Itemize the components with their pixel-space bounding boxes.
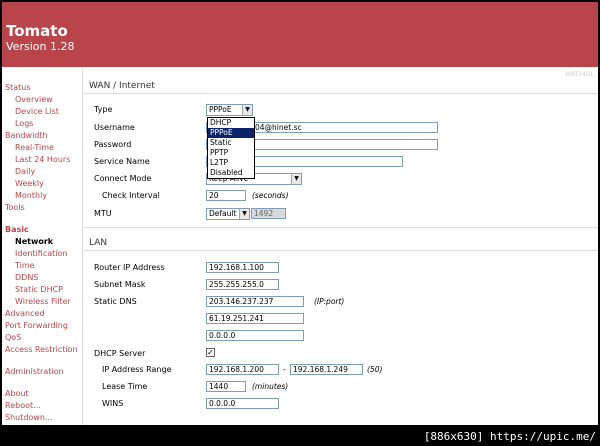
ip-range-end-field[interactable]: 192.168.1.249 bbox=[290, 364, 363, 375]
sidebar-item-bandwidth[interactable]: Bandwidth bbox=[5, 131, 48, 140]
sidebar-item-qos[interactable]: QoS bbox=[5, 333, 21, 342]
sidebar: Status Overview Device List Logs Bandwid… bbox=[2, 67, 83, 425]
model-label: WRT54GL bbox=[565, 71, 594, 78]
mtu-field: 1492 bbox=[251, 208, 286, 219]
type-option-disabled[interactable]: Disabled bbox=[208, 168, 254, 178]
sidebar-item-wireless-filter[interactable]: Wireless Filter bbox=[15, 297, 71, 306]
sidebar-item-access-restriction[interactable]: Access Restriction bbox=[5, 345, 78, 354]
wins-field[interactable]: 0.0.0.0 bbox=[206, 398, 279, 409]
static-dns-field-2[interactable]: 61.19.251.241 bbox=[206, 313, 304, 324]
sidebar-item-time[interactable]: Time bbox=[15, 261, 35, 270]
sidebar-item-port-forwarding[interactable]: Port Forwarding bbox=[5, 321, 68, 330]
router-ip-label: Router IP Address bbox=[94, 263, 165, 272]
sidebar-item-shutdown[interactable]: Shutdown... bbox=[5, 413, 53, 422]
sidebar-item-ddns[interactable]: DDNS bbox=[15, 273, 38, 282]
sidebar-item-administration[interactable]: Administration bbox=[5, 367, 64, 376]
password-label: Password bbox=[94, 140, 132, 149]
sidebar-item-weekly[interactable]: Weekly bbox=[15, 179, 44, 188]
type-select-value: PPPoE bbox=[209, 105, 232, 114]
app-window: Tomato Version 1.28 Status Overview Devi… bbox=[2, 2, 598, 425]
lease-time-unit: (minutes) bbox=[252, 382, 289, 391]
sidebar-item-overview[interactable]: Overview bbox=[15, 95, 53, 104]
chevron-down-icon: ▼ bbox=[239, 209, 249, 219]
mtu-mode-value: Default bbox=[209, 209, 237, 218]
sidebar-item-about[interactable]: About bbox=[5, 389, 29, 398]
app-title: Tomato bbox=[6, 22, 68, 40]
sidebar-item-monthly[interactable]: Monthly bbox=[15, 191, 47, 200]
check-interval-field[interactable]: 20 bbox=[206, 190, 246, 201]
sidebar-item-network[interactable]: Network bbox=[15, 237, 53, 246]
static-dns-note: (IP:port) bbox=[314, 297, 345, 306]
chevron-down-icon: ▼ bbox=[291, 174, 301, 184]
static-dns-field-3[interactable]: 0.0.0.0 bbox=[206, 330, 304, 341]
type-option-dhcp[interactable]: DHCP bbox=[208, 118, 254, 128]
sidebar-item-reboot[interactable]: Reboot... bbox=[5, 401, 41, 410]
sidebar-item-static-dhcp[interactable]: Static DHCP bbox=[15, 285, 63, 294]
dhcp-server-checkbox[interactable]: ✓ bbox=[206, 348, 215, 357]
sidebar-item-advanced[interactable]: Advanced bbox=[5, 309, 45, 318]
type-option-l2tp[interactable]: L2TP bbox=[208, 158, 254, 168]
sidebar-item-device-list[interactable]: Device List bbox=[15, 107, 59, 116]
type-option-static[interactable]: Static bbox=[208, 138, 254, 148]
connect-mode-label: Connect Mode bbox=[94, 174, 152, 183]
wan-section-title: WAN / Internet bbox=[89, 81, 155, 91]
sidebar-item-last-24-hours[interactable]: Last 24 Hours bbox=[15, 155, 70, 164]
service-name-label: Service Name bbox=[94, 157, 150, 166]
wan-divider bbox=[84, 93, 598, 94]
subnet-mask-field[interactable]: 255.255.255.0 bbox=[206, 279, 279, 290]
app-version: Version 1.28 bbox=[6, 40, 75, 53]
header: Tomato Version 1.28 bbox=[2, 2, 598, 67]
type-select[interactable]: PPPoE ▼ bbox=[206, 104, 253, 116]
lan-divider bbox=[84, 250, 598, 251]
sidebar-item-daily[interactable]: Daily bbox=[15, 167, 35, 176]
sidebar-item-status[interactable]: Status bbox=[5, 83, 31, 92]
check-interval-unit: (seconds) bbox=[252, 191, 289, 200]
watermark: [886x630] https://upic.me/ bbox=[423, 430, 596, 443]
lease-time-field[interactable]: 1440 bbox=[206, 381, 246, 392]
static-dns-label: Static DNS bbox=[94, 297, 137, 306]
sidebar-item-logs[interactable]: Logs bbox=[15, 119, 33, 128]
chevron-down-icon: ▼ bbox=[242, 105, 252, 115]
sidebar-item-identification[interactable]: Identification bbox=[15, 249, 67, 258]
type-label: Type bbox=[94, 105, 113, 114]
type-option-pppoe[interactable]: PPPoE bbox=[208, 128, 254, 138]
sidebar-item-basic[interactable]: Basic bbox=[5, 225, 29, 234]
main-content: WRT54GL WAN / Internet Type PPPoE ▼ User… bbox=[84, 67, 598, 425]
router-ip-field[interactable]: 192.168.1.100 bbox=[206, 262, 279, 273]
type-dropdown-list: DHCP PPPoE Static PPTP L2TP Disabled bbox=[207, 117, 255, 179]
ip-range-label: IP Address Range bbox=[102, 365, 172, 374]
mtu-label: MTU bbox=[94, 209, 112, 218]
check-interval-label: Check Interval bbox=[102, 191, 160, 200]
sidebar-item-tools[interactable]: Tools bbox=[5, 203, 25, 212]
mtu-mode-select[interactable]: Default ▼ bbox=[206, 208, 250, 220]
type-option-pptp[interactable]: PPTP bbox=[208, 148, 254, 158]
ip-range-start-field[interactable]: 192.168.1.200 bbox=[206, 364, 279, 375]
wins-label: WINS bbox=[102, 399, 124, 408]
section-divider bbox=[84, 227, 598, 228]
ip-range-count: (50) bbox=[367, 365, 383, 374]
ip-range-separator: - bbox=[283, 365, 286, 374]
lease-time-label: Lease Time bbox=[102, 382, 148, 391]
static-dns-field-1[interactable]: 203.146.237.237 bbox=[206, 296, 304, 307]
sidebar-item-real-time[interactable]: Real-Time bbox=[15, 143, 54, 152]
lan-section-title: LAN bbox=[89, 238, 108, 248]
dhcp-server-label: DHCP Server bbox=[94, 349, 146, 358]
subnet-mask-label: Subnet Mask bbox=[94, 280, 146, 289]
username-label: Username bbox=[94, 123, 135, 132]
